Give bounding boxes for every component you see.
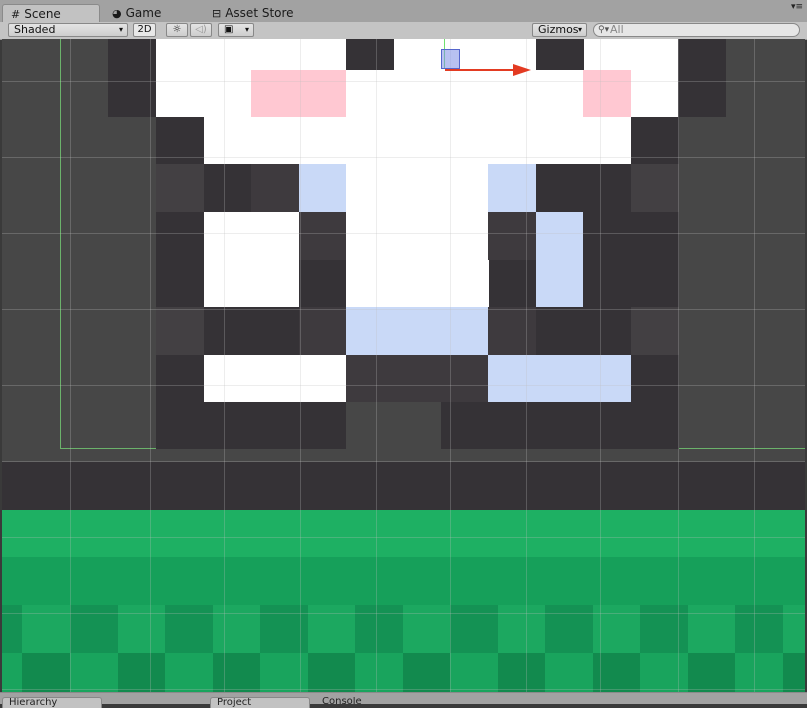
pink-tile xyxy=(583,70,631,117)
grid-line xyxy=(526,39,527,692)
bottom-tab-bar: Hierarchy Project Console xyxy=(0,692,807,708)
pink-tile xyxy=(251,70,346,117)
grass-tile xyxy=(118,653,165,692)
light-blue-tile xyxy=(536,212,583,307)
white-tile xyxy=(204,212,299,307)
light-blue-tile xyxy=(299,164,346,212)
dark-tile xyxy=(346,39,394,70)
scene-toolbar: Shaded ▾ 2D ☼ ◁) ▣ ▾ Gizmos ▾ ⚲▾ All xyxy=(0,22,807,40)
tab-asset-store[interactable]: ⊟ Asset Store xyxy=(204,4,314,22)
grid-line xyxy=(600,39,601,692)
shading-mode-label: Shaded xyxy=(14,23,56,36)
grid-line xyxy=(2,81,805,82)
tab-asset-store-label: Asset Store xyxy=(225,6,294,20)
grid-line xyxy=(2,157,805,158)
panel-menu-icon[interactable]: ▾≡ xyxy=(791,2,803,12)
grass-tile xyxy=(213,653,260,692)
scene-effects-dropdown[interactable]: ▣ ▾ xyxy=(218,23,254,37)
grid-line xyxy=(224,39,225,692)
tab-scene-label: Scene xyxy=(24,7,61,21)
scene-search-input[interactable]: ⚲▾ All xyxy=(593,23,800,37)
grid-line xyxy=(450,39,451,692)
tab-game-label: Game xyxy=(125,6,162,20)
gizmo-x-axis-line[interactable] xyxy=(445,69,517,71)
scene-gap-tile xyxy=(346,402,441,449)
dark-tile xyxy=(488,212,536,260)
tab-console-label: Console xyxy=(322,697,362,707)
grass-tile xyxy=(498,653,545,692)
grid-line xyxy=(300,39,301,692)
gizmos-label: Gizmos xyxy=(538,23,579,36)
white-tile xyxy=(204,355,346,402)
sun-icon: ☼ xyxy=(172,24,182,35)
speaker-icon: ◁) xyxy=(195,24,207,35)
light-blue-tile xyxy=(346,307,489,355)
gizmo-x-arrow-icon[interactable] xyxy=(513,64,531,76)
grass-tile xyxy=(688,653,735,692)
light-blue-tile xyxy=(488,164,536,212)
search-placeholder: All xyxy=(610,23,624,36)
grass-tile xyxy=(308,653,355,692)
light-blue-tile xyxy=(488,355,631,402)
store-icon: ⊟ xyxy=(212,7,222,20)
dropdown-arrow-icon: ▾ xyxy=(118,25,123,34)
grid-line xyxy=(2,461,805,462)
dropdown-arrow-icon: ▾ xyxy=(244,25,249,34)
search-icon: ⚲▾ xyxy=(598,25,610,35)
dark-tile xyxy=(156,307,204,355)
shading-mode-dropdown[interactable]: Shaded ▾ xyxy=(8,23,128,37)
gizmo-center-handle[interactable] xyxy=(441,49,460,69)
2d-mode-label: 2D xyxy=(137,24,152,35)
dark-tile xyxy=(678,39,726,117)
grid-line xyxy=(150,39,151,692)
grid-line xyxy=(2,613,805,614)
dropdown-arrow-icon: ▾ xyxy=(577,25,582,34)
white-tile xyxy=(346,164,489,307)
scene-audio-toggle[interactable]: ◁) xyxy=(190,23,212,37)
dark-floor-strip xyxy=(2,462,805,510)
2d-mode-toggle[interactable]: 2D xyxy=(133,23,156,37)
grass-tile-row xyxy=(2,510,805,557)
dark-tile xyxy=(631,164,679,212)
grass-tile xyxy=(783,653,805,692)
grid-line xyxy=(2,689,805,690)
dark-tile xyxy=(346,355,489,402)
grid-line xyxy=(2,385,805,386)
grid-line xyxy=(2,537,805,538)
tab-scene[interactable]: # Scene xyxy=(2,4,100,22)
gizmos-dropdown[interactable]: Gizmos ▾ xyxy=(532,23,587,37)
dark-tile xyxy=(536,39,584,70)
grid-line xyxy=(754,39,755,692)
dark-tile xyxy=(108,39,156,117)
grid-line xyxy=(70,39,71,692)
dark-tile xyxy=(631,307,679,355)
grid-line xyxy=(2,309,805,310)
tab-game[interactable]: ◕ Game xyxy=(104,4,200,22)
tab-console[interactable]: Console xyxy=(316,697,388,707)
grid-line xyxy=(678,39,679,692)
grass-tile xyxy=(403,653,450,692)
dark-tile xyxy=(156,164,204,212)
grass-tile-row xyxy=(2,557,805,605)
dark-tile xyxy=(299,212,346,260)
grid-line xyxy=(2,233,805,234)
grass-tile xyxy=(22,653,70,692)
pacman-icon: ◕ xyxy=(112,7,122,20)
dark-tile xyxy=(488,307,536,355)
editor-tab-bar: # Scene ◕ Game ⊟ Asset Store ▾≡ xyxy=(0,0,807,23)
scene-viewport[interactable] xyxy=(2,39,805,692)
scene-lighting-toggle[interactable]: ☼ xyxy=(166,23,188,37)
image-icon: ▣ xyxy=(224,24,234,35)
dark-tile xyxy=(251,164,299,212)
dark-tile xyxy=(299,307,346,355)
grid-line xyxy=(376,39,377,692)
